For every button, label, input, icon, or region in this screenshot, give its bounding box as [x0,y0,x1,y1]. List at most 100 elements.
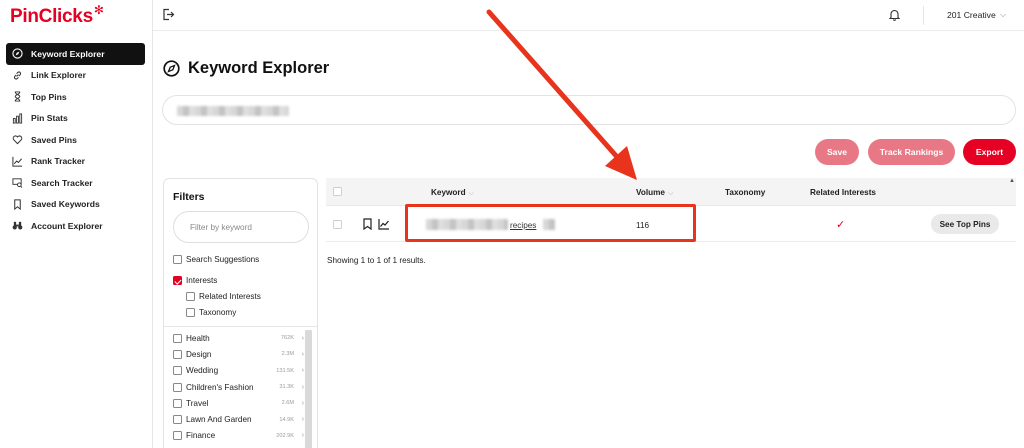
sidebar-item-pin-stats[interactable]: Pin Stats [6,108,145,130]
checkbox[interactable] [173,255,182,264]
row-checkbox[interactable] [333,220,342,229]
sort-chevron-icon: ⌵ [667,190,674,197]
keyword-search-input[interactable] [162,95,1016,125]
column-header-keyword[interactable]: Keyword ⌵ [431,188,474,198]
trend-chart-icon[interactable] [378,218,390,230]
checkbox[interactable] [186,292,195,301]
filter-interests[interactable]: Interests [173,276,217,285]
sidebar-item-rank-tracker[interactable]: Rank Tracker [6,151,145,173]
page-header: Keyword Explorer [163,59,329,78]
sidebar-item-label: Top Pins [31,91,67,102]
category-list: Health 762K › Design 2.3M › Wedding 131.5K › C… [164,330,307,444]
bookmark-icon[interactable] [362,218,373,230]
see-top-pins-button[interactable]: See Top Pins [931,214,999,234]
sidebar-item-label: Keyword Explorer [31,48,105,59]
sidebar: PinClicks✻ Keyword Explorer Link Explore… [0,0,153,448]
column-header-taxonomy[interactable]: Taxonomy [725,188,765,197]
category-item[interactable]: Wedding 131.5K › [164,363,307,379]
filter-label: Search Suggestions [186,255,260,264]
checkbox[interactable] [173,431,182,441]
chevron-right-icon[interactable]: › [302,335,304,342]
category-label: Wedding [186,366,219,376]
filters-title: Filters [173,191,205,203]
save-button[interactable]: Save [815,139,859,165]
chevron-right-icon[interactable]: › [302,384,304,391]
sidebar-item-saved-keywords[interactable]: Saved Keywords [6,194,145,216]
chevron-right-icon[interactable]: › [302,416,304,423]
filter-taxonomy[interactable]: Taxonomy [186,308,236,317]
filter-search-suggestions[interactable]: Search Suggestions [173,255,259,264]
sidebar-item-link-explorer[interactable]: Link Explorer [6,65,145,87]
filters-panel: Filters Search Suggestions Interests Rel… [163,178,318,448]
chevron-right-icon[interactable]: › [302,400,304,407]
sidebar-item-label: Saved Keywords [31,199,100,210]
binoculars-icon [12,222,23,230]
sort-chevron-icon: ⌵ [468,190,474,197]
select-all-checkbox[interactable] [333,187,342,196]
category-count: 762K [280,335,294,342]
results-count: Showing 1 to 1 of 1 results. [327,256,426,265]
checkbox[interactable] [173,415,182,425]
table-row: recipes 116 ✓ See Top Pins [326,207,1016,242]
category-count: 31.3K [279,384,294,391]
blurred-keyword-suffix [543,219,555,230]
volume-value: 116 [636,221,650,230]
category-label: Finance [186,431,216,441]
sidebar-item-keyword-explorer[interactable]: Keyword Explorer [6,43,145,65]
category-scrollbar[interactable] [305,330,312,448]
sidebar-item-label: Search Tracker [31,177,93,188]
pinclicks-logo[interactable]: PinClicks✻ [10,3,104,28]
top-bar: 201 Creative ⌵ [153,0,1024,31]
divider [164,326,317,327]
column-header-volume[interactable]: Volume ⌵ [636,188,673,198]
checkbox[interactable] [173,398,182,408]
column-label: Keyword [431,188,466,197]
sidebar-item-top-pins[interactable]: Top Pins [6,86,145,108]
category-label: Travel [186,398,209,408]
chevron-right-icon[interactable]: › [302,367,304,374]
sidebar-item-saved-pins[interactable]: Saved Pins [6,129,145,151]
checkbox[interactable] [173,333,182,343]
category-item[interactable]: Design 2.3M › [164,346,307,362]
category-label: Design [186,349,212,359]
filter-keyword-input[interactable] [173,211,309,243]
category-item[interactable]: Finance 202.9K › [164,428,307,444]
logout-icon[interactable] [162,8,175,21]
bookmark-icon [14,199,21,210]
export-button[interactable]: Export [963,139,1016,165]
checkbox[interactable] [186,308,195,317]
filter-label: Taxonomy [199,308,237,317]
filter-label: Related Interests [199,292,261,301]
sidebar-item-search-tracker[interactable]: Search Tracker [6,172,145,194]
bar-chart-icon [12,113,23,124]
checkbox[interactable] [173,349,182,359]
topbar-divider [923,6,924,25]
category-item[interactable]: Health 762K › [164,330,307,346]
column-header-related-interests[interactable]: Related Interests [810,188,876,197]
sidebar-item-label: Rank Tracker [31,156,85,167]
category-item[interactable]: Travel 2.6M › [164,395,307,411]
sidebar-item-account-explorer[interactable]: Account Explorer [6,215,145,237]
column-label: Volume [636,188,665,197]
chevron-down-icon[interactable]: ⌵ [1000,10,1006,20]
chevron-right-icon[interactable]: › [302,351,304,358]
sidebar-nav: Keyword Explorer Link Explorer Top Pins … [6,43,145,237]
filter-related-interests[interactable]: Related Interests [186,292,261,301]
track-rankings-button[interactable]: Track Rankings [868,139,955,165]
bell-icon[interactable] [888,8,901,21]
compass-icon [12,48,23,59]
category-count: 2.3M [281,351,294,358]
checkbox-checked[interactable] [173,276,182,285]
keyword-link[interactable]: recipes [510,221,536,230]
scroll-up-arrow-icon[interactable]: ▲ [1008,178,1016,187]
checkbox[interactable] [173,382,182,392]
chevron-right-icon[interactable]: › [302,432,304,439]
page-title: Keyword Explorer [188,59,330,77]
category-item[interactable]: Children's Fashion 31.3K › [164,379,307,395]
link-icon [13,71,22,80]
category-item[interactable]: Lawn And Garden 14.9K › [164,411,307,427]
checkbox[interactable] [173,366,182,376]
heart-icon [12,135,23,145]
blurred-search-value [177,106,289,116]
account-menu[interactable]: 201 Creative [947,10,996,20]
